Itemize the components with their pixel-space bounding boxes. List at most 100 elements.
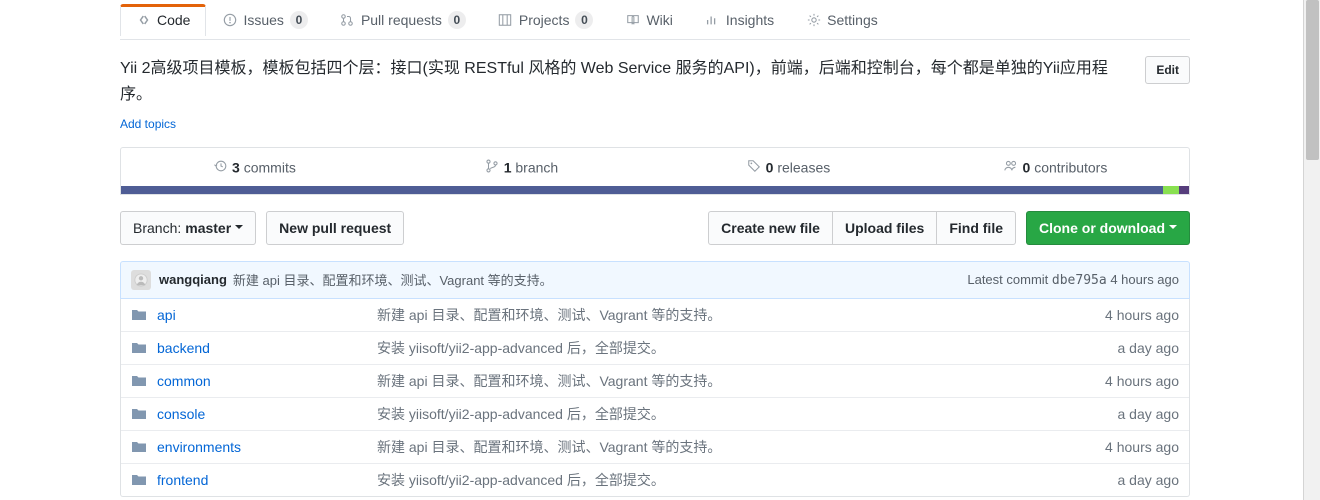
- folder-icon: [131, 472, 147, 488]
- add-topics-link[interactable]: Add topics: [120, 117, 176, 131]
- language-segment: [121, 186, 251, 194]
- repo-description: Yii 2高级项目模板，模板包括四个层：接口(实现 RESTful 风格的 We…: [120, 56, 1129, 107]
- tab-label: Issues: [243, 12, 283, 28]
- stat-releases[interactable]: 0 releases: [655, 148, 922, 186]
- commit-author[interactable]: wangqiang: [159, 272, 227, 287]
- language-segment: [512, 186, 642, 194]
- folder-icon: [131, 373, 147, 389]
- branch-name: master: [185, 220, 231, 236]
- stat-count: 0: [766, 160, 774, 176]
- stat-commits[interactable]: 3 commits: [121, 148, 388, 186]
- stat-count: 3: [232, 160, 240, 176]
- language-segment: [1163, 186, 1179, 194]
- tab-label: Pull requests: [361, 12, 442, 28]
- tab-label: Settings: [827, 12, 878, 28]
- language-segment: [382, 186, 512, 194]
- file-age: 4 hours ago: [1105, 439, 1179, 455]
- language-segment: [772, 186, 902, 194]
- commit-message[interactable]: 新建 api 目录、配置和环境、测试、Vagrant 等的支持。: [233, 270, 553, 289]
- file-age: 4 hours ago: [1105, 373, 1179, 389]
- tab-label: Code: [157, 12, 190, 28]
- file-age: a day ago: [1118, 340, 1180, 356]
- gear-icon: [806, 12, 821, 27]
- project-icon: [498, 12, 513, 27]
- file-age: a day ago: [1118, 472, 1180, 488]
- caret-down-icon: [235, 225, 243, 233]
- tab-code[interactable]: Code: [120, 4, 206, 36]
- file-commit-message[interactable]: 新建 api 目录、配置和环境、测试、Vagrant 等的支持。: [377, 305, 1105, 325]
- file-commit-message[interactable]: 安装 yiisoft/yii2-app-advanced 后，全部提交。: [377, 338, 1118, 358]
- folder-icon: [131, 406, 147, 422]
- stat-label: contributors: [1034, 160, 1107, 176]
- branch-select-button[interactable]: Branch:master: [120, 211, 256, 245]
- file-name-link[interactable]: environments: [157, 439, 377, 455]
- scrollbar-thumb[interactable]: [1306, 0, 1319, 160]
- tab-label: Wiki: [646, 12, 672, 28]
- latest-commit-bar: wangqiang 新建 api 目录、配置和环境、测试、Vagrant 等的支…: [120, 261, 1190, 299]
- tab-wiki[interactable]: Wiki: [609, 4, 688, 36]
- file-age: a day ago: [1118, 406, 1180, 422]
- pr-icon: [340, 12, 355, 27]
- language-segment: [251, 186, 381, 194]
- tab-insights[interactable]: Insights: [689, 4, 790, 36]
- table-row: backend安装 yiisoft/yii2-app-advanced 后，全部…: [121, 331, 1189, 364]
- stat-branches[interactable]: 1 branch: [388, 148, 655, 186]
- file-name-link[interactable]: frontend: [157, 472, 377, 488]
- edit-button[interactable]: Edit: [1145, 56, 1190, 84]
- table-row: console安装 yiisoft/yii2-app-advanced 后，全部…: [121, 397, 1189, 430]
- repo-stats-bar: 3 commits 1 branch 0 releases 0 contribu…: [120, 147, 1190, 195]
- stat-label: commits: [244, 160, 296, 176]
- file-name-link[interactable]: api: [157, 307, 377, 323]
- clone-download-button[interactable]: Clone or download: [1026, 211, 1190, 245]
- table-row: frontend安装 yiisoft/yii2-app-advanced 后，全…: [121, 463, 1189, 496]
- caret-down-icon: [1169, 225, 1177, 233]
- stat-count: 0: [1023, 160, 1031, 176]
- issue-icon: [222, 12, 237, 27]
- stat-contributors[interactable]: 0 contributors: [922, 148, 1189, 186]
- clone-label: Clone or download: [1039, 220, 1165, 236]
- file-list: api新建 api 目录、配置和环境、测试、Vagrant 等的支持。4 hou…: [120, 299, 1190, 497]
- language-bar[interactable]: [121, 186, 1189, 194]
- tab-label: Insights: [726, 12, 774, 28]
- tab-projects[interactable]: Projects 0: [482, 3, 610, 37]
- language-segment: [642, 186, 772, 194]
- graph-icon: [705, 12, 720, 27]
- tab-label: Projects: [519, 12, 570, 28]
- file-name-link[interactable]: common: [157, 373, 377, 389]
- wiki-icon: [625, 12, 640, 27]
- language-segment: [1179, 186, 1189, 194]
- file-name-link[interactable]: console: [157, 406, 377, 422]
- stat-count: 1: [504, 160, 512, 176]
- code-icon: [136, 13, 151, 28]
- table-row: environments新建 api 目录、配置和环境、测试、Vagrant 等…: [121, 430, 1189, 463]
- file-commit-message[interactable]: 新建 api 目录、配置和环境、测试、Vagrant 等的支持。: [377, 437, 1105, 457]
- scrollbar[interactable]: [1303, 0, 1320, 500]
- avatar[interactable]: [131, 270, 151, 290]
- file-name-link[interactable]: backend: [157, 340, 377, 356]
- file-commit-message[interactable]: 安装 yiisoft/yii2-app-advanced 后，全部提交。: [377, 404, 1118, 424]
- commit-sha[interactable]: dbe795a: [1052, 273, 1107, 288]
- latest-commit-label: Latest commit: [967, 272, 1048, 287]
- tab-pull-requests[interactable]: Pull requests 0: [324, 3, 482, 37]
- history-icon: [213, 158, 228, 173]
- folder-icon: [131, 439, 147, 455]
- new-pull-request-button[interactable]: New pull request: [266, 211, 404, 245]
- stat-label: branch: [515, 160, 558, 176]
- folder-icon: [131, 340, 147, 356]
- file-commit-message[interactable]: 新建 api 目录、配置和环境、测试、Vagrant 等的支持。: [377, 371, 1105, 391]
- branch-label: Branch:: [133, 220, 181, 236]
- tab-counter: 0: [290, 11, 308, 29]
- tab-counter: 0: [575, 11, 593, 29]
- tab-issues[interactable]: Issues 0: [206, 3, 323, 37]
- people-icon: [1004, 158, 1019, 173]
- create-new-file-button[interactable]: Create new file: [708, 211, 833, 245]
- find-file-button[interactable]: Find file: [936, 211, 1016, 245]
- tab-settings[interactable]: Settings: [790, 4, 894, 36]
- folder-icon: [131, 307, 147, 323]
- language-segment: [1033, 186, 1163, 194]
- file-age: 4 hours ago: [1105, 307, 1179, 323]
- file-commit-message[interactable]: 安装 yiisoft/yii2-app-advanced 后，全部提交。: [377, 470, 1118, 490]
- language-segment: [903, 186, 1033, 194]
- commit-age: 4 hours ago: [1110, 272, 1179, 287]
- upload-files-button[interactable]: Upload files: [832, 211, 937, 245]
